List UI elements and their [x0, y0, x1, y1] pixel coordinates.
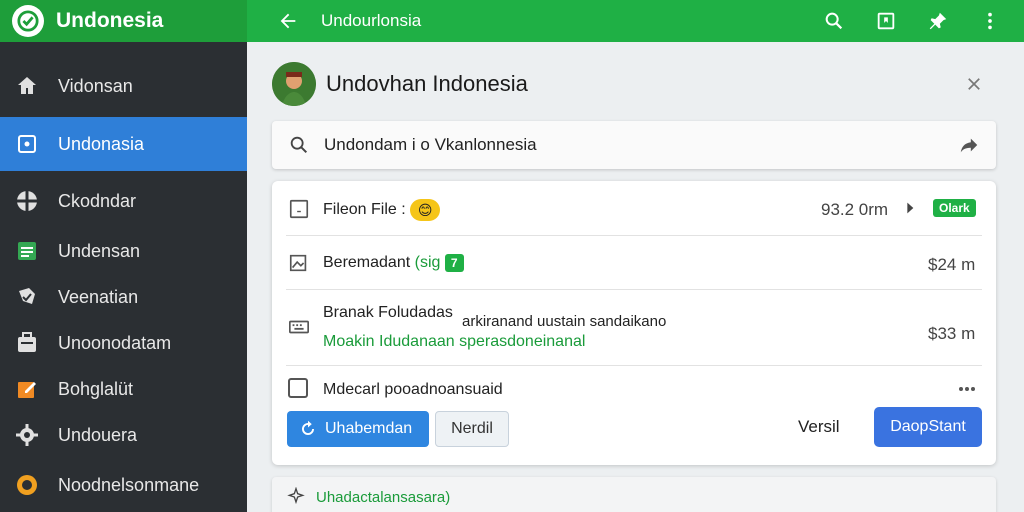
- file-list-card: Fileon File : 😊 93.2 0rm Olark Beremadan…: [272, 181, 996, 465]
- footer-bar[interactable]: Uhadactalansasara): [272, 477, 996, 512]
- back-arrow-icon[interactable]: [273, 6, 303, 36]
- smile-emoji-icon: 😊: [410, 199, 441, 221]
- sidebar-item-calendar[interactable]: Ckodndar: [0, 174, 247, 228]
- footer-text: Uhadactalansasara): [316, 488, 451, 506]
- sidebar-item-label: Undouera: [58, 424, 138, 445]
- primary-action-button[interactable]: Uhabemdan: [287, 411, 429, 447]
- search-input[interactable]: [324, 135, 924, 155]
- sidebar-item-label: Bohglalüt: [58, 378, 134, 399]
- more-horiz-icon[interactable]: [958, 386, 976, 392]
- search-icon: [290, 136, 308, 154]
- start-button[interactable]: DaopStant: [874, 407, 982, 447]
- list-item[interactable]: Branak Foludadas arkiranand uustain sand…: [272, 290, 996, 364]
- chevron-right-icon[interactable]: [902, 200, 918, 216]
- list-item[interactable]: Beremadant (sig 7 $24 m: [272, 236, 996, 289]
- status-badge: Olark: [933, 199, 976, 217]
- sidebar-item-label: Undensan: [58, 240, 141, 261]
- app-title: Undonesia: [56, 9, 164, 32]
- search-bar: [272, 121, 996, 169]
- briefcase-icon: [14, 330, 40, 356]
- list-item-label: Mdecarl pooadnoansuaid: [323, 381, 503, 398]
- price-value: $24 m: [928, 255, 976, 274]
- list-item-detail: Moakin Idudanaan sperasdoneinanal: [323, 333, 586, 350]
- checkbox[interactable]: [288, 378, 308, 398]
- pin-icon[interactable]: [912, 0, 964, 42]
- sidebar-item-label: Undonasia: [58, 133, 145, 154]
- close-icon[interactable]: [962, 72, 986, 96]
- keyboard-icon: [289, 320, 309, 334]
- list-item[interactable]: Fileon File : 😊 93.2 0rm Olark: [272, 181, 996, 235]
- sidebar-item-active[interactable]: Undonasia: [0, 117, 247, 171]
- search-icon[interactable]: [808, 0, 860, 42]
- circle-icon: [14, 472, 40, 498]
- dialog-header: Undovhan Indonesia: [272, 58, 996, 110]
- sidebar: Undonesia Vidonsan Undonasia Ckodndar Un…: [0, 0, 247, 512]
- file-size: 93.2 0rm: [821, 200, 889, 219]
- list-item-subtitle: arkiranand uustain sandaikano: [462, 313, 667, 330]
- gear-icon: [14, 422, 40, 448]
- check-badge-icon: [14, 284, 40, 310]
- avatar: [272, 62, 316, 106]
- secondary-button[interactable]: Nerdil: [435, 411, 509, 447]
- sidebar-item-label: Noodnelsonmane: [58, 474, 200, 495]
- list-item-tag: (sig: [414, 254, 441, 271]
- list-item[interactable]: Mdecarl pooadnoansuaid: [272, 366, 996, 406]
- checkbox-square-icon[interactable]: [288, 198, 310, 220]
- sidebar-item-label: Veenatian: [58, 286, 139, 307]
- share-arrow-icon[interactable]: [958, 134, 980, 156]
- image-edit-icon: [289, 254, 307, 272]
- list-item-label: Beremadant: [323, 254, 411, 271]
- list-item-label: Fileon File :: [323, 201, 406, 219]
- list-item-text: Fileon File : 😊: [323, 199, 441, 221]
- list-item-text: Beremadant (sig 7: [323, 254, 464, 272]
- count-badge: 7: [444, 254, 464, 272]
- home-icon: [14, 73, 40, 99]
- sidebar-brand[interactable]: Undonesia: [0, 0, 247, 42]
- primary-action-label: Uhabemdan: [325, 420, 413, 437]
- dialog-title: Undovhan Indonesia: [326, 71, 528, 96]
- sidebar-item-settings[interactable]: Undouera: [0, 408, 247, 462]
- list-item-title: Branak Foludadas: [323, 304, 453, 321]
- sparkle-icon: [287, 487, 305, 505]
- bookmark-icon[interactable]: [860, 0, 912, 42]
- sidebar-item-home[interactable]: Vidonsan: [0, 59, 247, 113]
- sidebar-item-label: Ckodndar: [58, 190, 137, 211]
- app-logo-icon: [12, 5, 44, 37]
- text-button[interactable]: Versil: [798, 417, 840, 437]
- sidebar-item-label: Unoonodatam: [58, 332, 172, 353]
- price-value: $33 m: [928, 324, 976, 343]
- more-vert-icon[interactable]: [964, 0, 1016, 42]
- cross-circle-icon: [14, 188, 40, 214]
- sidebar-item-label: Vidonsan: [58, 75, 133, 96]
- square-dot-icon: [14, 131, 40, 157]
- edit-icon: [14, 376, 40, 402]
- refresh-icon: [302, 420, 314, 435]
- top-app-bar: Undourlonsia: [247, 0, 1024, 42]
- sidebar-item-account[interactable]: Noodnelsonmane: [0, 458, 247, 512]
- document-icon: [14, 238, 40, 264]
- page-title: Undourlonsia: [321, 11, 422, 30]
- toolbar-actions: [808, 0, 1016, 42]
